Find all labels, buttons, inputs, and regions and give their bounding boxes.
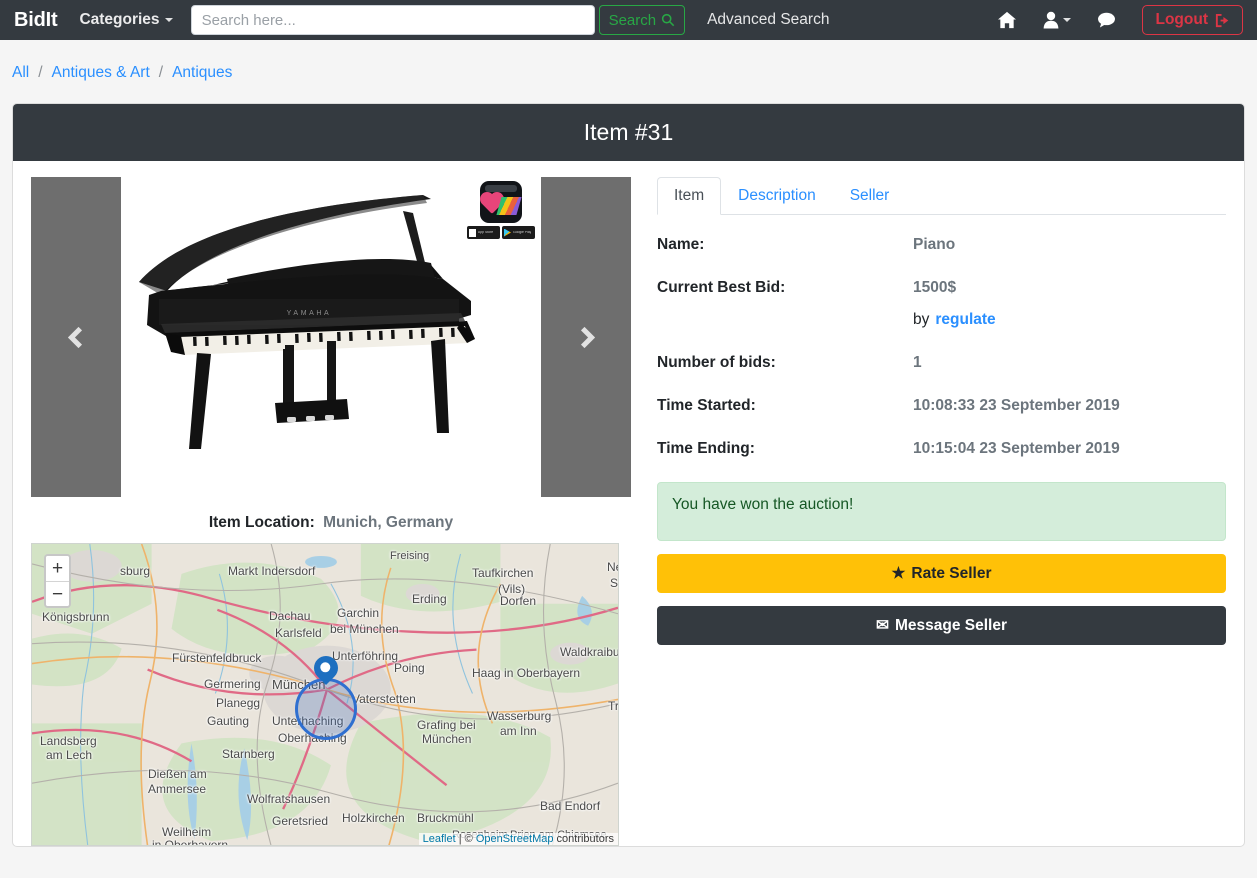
search-button[interactable]: Search xyxy=(598,5,686,35)
image-carousel: YAMAHA App Store Google Play xyxy=(31,177,631,497)
detail-label: Current Best Bid: xyxy=(657,278,786,296)
breadcrumb-separator: / xyxy=(38,64,43,81)
detail-label: Name: xyxy=(657,236,705,253)
detail-label: Number of bids: xyxy=(657,353,776,371)
google-play-badge: Google Play xyxy=(502,226,535,239)
carousel-next-button[interactable] xyxy=(541,177,631,497)
attribution-suffix: contributors xyxy=(553,833,614,845)
yamaha-app-icon xyxy=(480,181,522,223)
detail-row-time-started: Time Started: 10:08:33 23 September 2019 xyxy=(657,396,1226,417)
breadcrumb-separator: / xyxy=(158,64,164,81)
color-fan-icon xyxy=(496,197,522,215)
user-menu[interactable] xyxy=(1043,11,1072,29)
logout-label: Logout xyxy=(1155,11,1208,28)
chevron-down-icon xyxy=(164,18,173,22)
item-detail-list: Name: Piano Current Best Bid: 1500$ by re… xyxy=(657,215,1226,460)
map-zoom-out-button[interactable]: − xyxy=(46,581,69,606)
breadcrumb-item-all[interactable]: All xyxy=(12,64,29,82)
star-icon: ★ xyxy=(891,564,906,582)
yamaha-brand-bar xyxy=(485,185,517,192)
chevron-right-icon xyxy=(573,326,595,348)
svg-text:YAMAHA: YAMAHA xyxy=(287,310,332,317)
play-icon xyxy=(504,228,511,237)
messages-icon[interactable] xyxy=(1097,12,1116,28)
tab-item[interactable]: Item xyxy=(657,177,722,215)
chat-bubble-icon xyxy=(1098,12,1116,28)
detail-row-current-bid: Current Best Bid: 1500$ by regulate xyxy=(657,278,1226,331)
detail-value-name: Piano xyxy=(913,236,956,253)
user-icon xyxy=(1044,11,1059,29)
rate-seller-button[interactable]: ★ Rate Seller xyxy=(657,553,1226,593)
detail-row-number-of-bids: Number of bids: 1 xyxy=(657,353,1226,374)
logout-button[interactable]: Logout xyxy=(1142,5,1243,35)
breadcrumb-item-antiques[interactable]: Antiques xyxy=(172,64,232,82)
detail-value-time-ending: 10:15:04 23 September 2019 xyxy=(913,439,1120,457)
item-card: Item #31 YAMAHA App Store Google Play It… xyxy=(12,103,1245,847)
detail-value-current-bid: 1500$ xyxy=(913,278,957,296)
item-location-value: Munich, Germany xyxy=(323,514,454,531)
search-button-label: Search xyxy=(608,11,657,29)
page-title: Item #31 xyxy=(13,104,1244,161)
item-media-column: YAMAHA App Store Google Play Item Locati… xyxy=(31,177,631,846)
carousel-prev-button[interactable] xyxy=(31,177,121,497)
map-zoom-controls: + − xyxy=(44,554,71,608)
attribution-separator: | © xyxy=(455,833,476,845)
breadcrumb-item-antiques-art[interactable]: Antiques & Art xyxy=(52,64,150,82)
advanced-search-link[interactable]: Advanced Search xyxy=(707,11,829,29)
detail-value-group: 1500$ by regulate xyxy=(913,278,996,331)
app-store-label: App Store xyxy=(478,230,494,234)
item-location: Item Location: Munich, Germany xyxy=(31,497,631,543)
detail-value-number-of-bids: 1 xyxy=(913,353,922,371)
search-form: Search xyxy=(190,5,686,35)
app-promo-watermark: App Store Google Play xyxy=(467,181,535,239)
map-attribution: Leaflet | © OpenStreetMap contributors xyxy=(418,833,618,845)
envelope-icon: ✉ xyxy=(875,616,889,634)
card-body: YAMAHA App Store Google Play Item Locati… xyxy=(13,161,1244,846)
tab-description[interactable]: Description xyxy=(721,177,833,215)
detail-label: Time Ending: xyxy=(657,439,755,457)
item-location-label: Item Location: xyxy=(208,514,315,531)
map-tiles xyxy=(32,544,618,845)
detail-label: Time Started: xyxy=(657,396,756,414)
message-seller-button[interactable]: ✉ Message Seller xyxy=(657,605,1226,645)
app-store-badge: App Store xyxy=(467,226,500,239)
chevron-down-icon xyxy=(1063,18,1072,22)
bidder-line: by regulate xyxy=(913,310,996,331)
leaflet-link[interactable]: Leaflet xyxy=(423,833,456,845)
map-zoom-in-button[interactable]: + xyxy=(46,556,69,581)
item-tabs: Item Description Seller xyxy=(657,177,1226,215)
breadcrumb: All / Antiques & Art / Antiques xyxy=(0,40,1257,82)
chevron-left-icon xyxy=(67,326,89,348)
bidder-username-link[interactable]: regulate xyxy=(935,311,995,328)
tab-seller[interactable]: Seller xyxy=(833,177,907,215)
home-icon[interactable] xyxy=(997,11,1017,29)
location-map[interactable]: + − sburg Markt Indersdorf Freising Taufkir… xyxy=(31,543,619,846)
detail-row-name: Name: Piano xyxy=(657,235,1226,256)
by-prefix: by xyxy=(913,310,930,328)
brand-logo[interactable]: BidIt xyxy=(14,9,58,32)
auction-won-alert: You have won the auction! xyxy=(657,481,1226,541)
openstreetmap-link[interactable]: OpenStreetMap xyxy=(476,833,554,845)
top-navbar: BidIt Categories Search Advanced Search xyxy=(0,0,1257,40)
google-play-label: Google Play xyxy=(513,230,532,234)
home-glyph xyxy=(998,11,1017,29)
carousel-slide: YAMAHA App Store Google Play xyxy=(121,177,541,497)
categories-dropdown[interactable]: Categories xyxy=(79,11,173,29)
apple-icon xyxy=(469,228,476,237)
categories-label: Categories xyxy=(79,11,160,28)
rate-seller-label: Rate Seller xyxy=(911,564,992,582)
search-input[interactable] xyxy=(190,5,595,35)
item-details-column: Item Description Seller Name: Piano Curr… xyxy=(631,177,1226,846)
search-icon xyxy=(661,13,675,27)
message-seller-label: Message Seller xyxy=(894,616,1007,634)
store-badges: App Store Google Play xyxy=(467,226,535,239)
detail-row-time-ending: Time Ending: 10:15:04 23 September 2019 xyxy=(657,439,1226,460)
navbar-right-group: Logout xyxy=(997,5,1243,35)
sign-out-icon xyxy=(1215,13,1229,27)
detail-value-time-started: 10:08:33 23 September 2019 xyxy=(913,396,1120,414)
